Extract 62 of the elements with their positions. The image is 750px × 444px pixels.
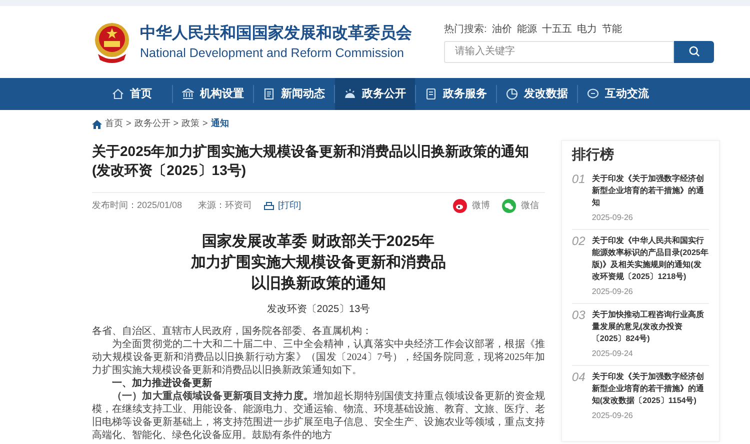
nav-tab[interactable]: 发改数据: [497, 78, 577, 110]
hot-search-link[interactable]: 能源: [516, 22, 537, 37]
printer-icon: [264, 202, 274, 210]
hot-search-link[interactable]: 十五五: [542, 22, 572, 37]
rank-number: 03: [572, 309, 586, 324]
nav-tab[interactable]: 互动交流: [578, 78, 658, 110]
nav-tab[interactable]: 政务服务: [416, 78, 496, 110]
ranking-date: 2025-09-24: [592, 348, 634, 360]
hot-search-link[interactable]: 节能: [602, 22, 622, 37]
ranking-link[interactable]: 关于印发《中华人民共和国实行能源效率标识的产品目录(2025年版)》及相关实施规则的通知(发改环资规〔2025〕1218号): [592, 235, 709, 283]
ranking-link[interactable]: 关于加快推动工程咨询行业高质量发展的意见(发改办投资〔2025〕824号): [592, 309, 709, 345]
breadcrumb-link[interactable]: 通知: [210, 117, 229, 131]
body-paragraph: 为全面贯彻党的二十大和二十届二中、三中全会精神，认真落实中央经济工作会议部署，根据《推动大规模设备更新和消费品以旧换新行动方案》（国发〔2024〕7号），经国务院同意，现将2025年加力扩围实施大规模设备更新和消费品以旧换新政策通知如下。: [92, 338, 545, 377]
hot-search-link[interactable]: 油价: [492, 22, 512, 37]
nav-tab[interactable]: 机构设置: [173, 78, 253, 110]
breadcrumb-link[interactable]: 首页: [105, 117, 123, 131]
section-heading: 一、加力推进设备更新: [111, 377, 213, 390]
hot-search-link[interactable]: 电力: [576, 22, 597, 37]
salutation-text: 各省、自治区、直辖市人民政府，国务院各部委、各直属机构：: [92, 325, 373, 338]
chat-icon: [587, 88, 599, 100]
document-title: 以旧换新政策的通知: [250, 274, 386, 294]
rank-number: 01: [572, 173, 586, 188]
search-icon: [688, 46, 700, 57]
ranking-date: 2025-09-26: [592, 286, 634, 298]
document-title: 加力扩围实施大规模设备更新和消费品: [190, 253, 446, 273]
document-icon: [263, 88, 275, 100]
nav-tab[interactable]: 首页: [92, 78, 172, 110]
search-button[interactable]: [674, 40, 714, 62]
hot-search-label: 热门搜索:: [444, 22, 487, 37]
ranking-link[interactable]: 关于印发《关于加强数字经济创新型企业培育的若干措施》的通知: [592, 173, 709, 209]
pie-chart-icon: [506, 88, 518, 100]
site-title: 中华人民共和国国家发展和改革委员会: [140, 23, 412, 44]
breadcrumb-link[interactable]: 政务公开: [134, 117, 170, 131]
weibo-share-button[interactable]: 微博: [452, 199, 490, 213]
ranking-title: 排行榜: [572, 145, 615, 164]
breadcrumb-separator: >: [202, 117, 208, 130]
rank-number: 02: [572, 235, 586, 250]
ranking-date: 2025-09-26: [592, 410, 634, 422]
ranking-link[interactable]: 关于印发《关于加强数字经济创新型企业培育的若干措施》的通知(发改数据〔2025〕1154号): [592, 371, 709, 407]
document-number: 发改环资〔2025〕13号: [266, 303, 372, 317]
home-icon: [112, 88, 124, 100]
site-subtitle: National Development and Reform Commission: [140, 45, 406, 61]
rank-number: 04: [572, 371, 586, 386]
publish-date: 发布时间：2025/01/08: [92, 199, 182, 212]
search-field[interactable]: 请输入关键字: [444, 40, 674, 62]
document-icon: [425, 88, 437, 100]
home-icon: [92, 120, 102, 128]
body-paragraph: （一）加大重点领域设备更新项目支持力度。增加超长期特别国债支持重点领域设备更新的资金规模，在继续支持工业、用能设备、能源电力、交通运输、物流、环境基础设施、教育、文旅、医疗、老旧电梯等设备更新基础上，将支持范围进一步扩展至电子信息、安全生产、设施农业等领域，重点支持高端化、智能化、绿色化设备应用。鼓励有条件的地方: [92, 390, 545, 442]
document-title: 国家发展改革委 财政部关于2025年: [202, 232, 435, 252]
breadcrumb-separator: >: [126, 117, 132, 130]
source-text: 来源：环资司: [198, 199, 252, 212]
wechat-share-button[interactable]: 微信: [502, 199, 539, 213]
article-title: 关于2025年加力扩围实施大规模设备更新和消费品以旧换新政策的通知(发改环资〔2025〕13号): [92, 142, 530, 180]
breadcrumb-link[interactable]: 政策: [182, 117, 200, 131]
breadcrumb-separator: >: [173, 117, 179, 130]
national-emblem-icon: [94, 20, 130, 64]
print-link[interactable]: [打印]: [264, 199, 302, 213]
nav-tab[interactable]: 新闻动态: [254, 78, 334, 110]
building-icon: [182, 88, 194, 100]
sunrise-icon: [344, 88, 356, 100]
ranking-date: 2025-09-26: [592, 212, 634, 224]
nav-tab[interactable]: 政务公开: [335, 78, 415, 110]
